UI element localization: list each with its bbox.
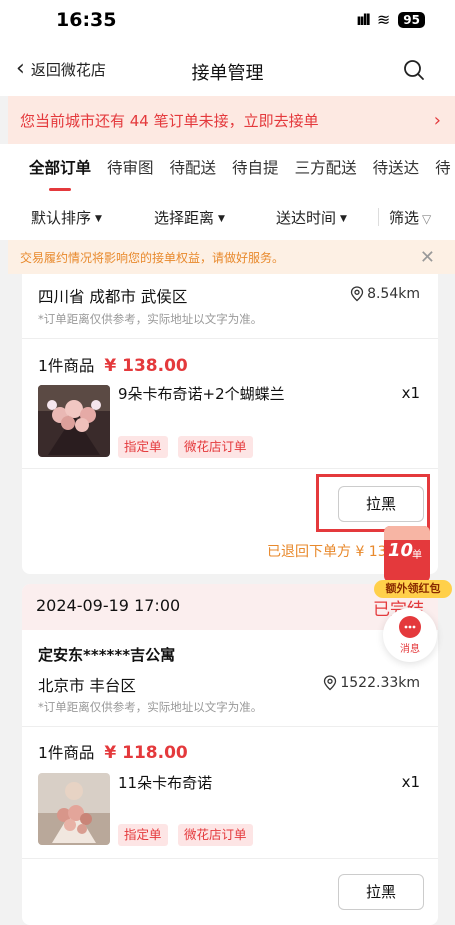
product-name: 11朵卡布奇诺 bbox=[118, 774, 213, 792]
product-thumbnail[interactable] bbox=[38, 385, 110, 457]
distance: 1522.33km bbox=[323, 675, 420, 691]
goods-count: 1件商品 bbox=[38, 357, 95, 375]
address-city: 北京市 丰台区 bbox=[38, 677, 136, 695]
tab-all-orders[interactable]: 全部订单 bbox=[29, 144, 91, 194]
nav-bar: ‹ 返回微花店 接单管理 bbox=[0, 44, 455, 96]
close-icon[interactable]: ✕ bbox=[420, 247, 435, 268]
divider bbox=[22, 726, 438, 727]
product-thumbnail[interactable] bbox=[38, 773, 110, 845]
screen-filter[interactable]: 筛选 ▽ bbox=[389, 207, 431, 228]
status-bar: 16:35 ııll ≋ 95 bbox=[0, 0, 455, 44]
chat-dots-icon bbox=[404, 625, 416, 629]
goods-count: 1件商品 bbox=[38, 744, 95, 762]
tab-pending-delivery[interactable]: 待配送 bbox=[170, 144, 217, 194]
funnel-icon: ▽ bbox=[422, 212, 432, 226]
distance-value: 1522.33km bbox=[340, 675, 420, 691]
screen-filter-label: 筛选 bbox=[389, 209, 420, 227]
tab-label: 待审图 bbox=[107, 159, 154, 177]
tag-microshop-order: 微花店订单 bbox=[178, 824, 253, 846]
divider bbox=[22, 858, 438, 859]
tab-third-party-delivery[interactable]: 三方配送 bbox=[295, 144, 357, 194]
back-button[interactable]: ‹ 返回微花店 bbox=[16, 58, 106, 80]
caret-down-icon: ▼ bbox=[340, 214, 347, 224]
tab-label: 三方配送 bbox=[294, 159, 357, 177]
order-tabs: 全部订单 待审图 待配送 待自提 三方配送 待送达 待 bbox=[0, 144, 455, 194]
tab-more[interactable]: 待 bbox=[435, 144, 451, 194]
distance-filter-label: 选择距离 bbox=[154, 209, 215, 227]
refund-text: 已退回下单方 ¥ 13 bbox=[267, 544, 387, 560]
signal-icon: ııll bbox=[356, 10, 371, 29]
order-price: ¥ 138.00 bbox=[104, 356, 188, 376]
service-notice: 交易履约情况将影响您的接单权益，请做好服务。 ✕ bbox=[8, 240, 455, 274]
bouquet-image bbox=[38, 385, 110, 457]
chevron-right-icon: › bbox=[433, 109, 441, 131]
bouquet-image bbox=[38, 773, 110, 845]
product-quantity: x1 bbox=[401, 773, 420, 791]
delivery-time-filter[interactable]: 送达时间 ▼ bbox=[276, 207, 347, 228]
location-pin-icon bbox=[324, 675, 337, 691]
message-label: 消息 bbox=[400, 644, 420, 655]
status-time: 16:35 bbox=[56, 9, 117, 31]
product-name: 9朵卡布奇诺+2个蝴蝶兰 bbox=[118, 385, 285, 403]
filter-divider bbox=[378, 208, 379, 226]
status-icons: ııll ≋ 95 bbox=[356, 10, 425, 29]
sort-filter-label: 默认排序 bbox=[31, 209, 92, 227]
distance-value: 8.54km bbox=[367, 286, 420, 302]
tab-pending-arrival[interactable]: 待送达 bbox=[373, 144, 420, 194]
distance-filter[interactable]: 选择距离 ▼ bbox=[154, 207, 225, 228]
tab-label: 待送达 bbox=[372, 159, 420, 177]
caret-down-icon: ▼ bbox=[218, 214, 225, 224]
location-pin-icon bbox=[350, 286, 364, 302]
divider bbox=[22, 468, 438, 469]
red-packet-count: 10 bbox=[388, 540, 414, 561]
tab-pending-review[interactable]: 待审图 bbox=[107, 144, 154, 194]
tab-label: 待 bbox=[435, 159, 451, 177]
delivery-time-filter-label: 送达时间 bbox=[276, 209, 337, 227]
goods-summary: 1件商品 ¥ 138.00 bbox=[38, 354, 188, 376]
divider bbox=[22, 338, 438, 339]
tab-label: 全部订单 bbox=[29, 159, 92, 177]
address-city: 四川省 成都市 武侯区 bbox=[38, 288, 188, 306]
distance: 8.54km bbox=[350, 286, 420, 302]
tab-active-indicator bbox=[49, 188, 71, 191]
battery-icon: 95 bbox=[398, 11, 425, 28]
chat-icon bbox=[399, 616, 421, 638]
address-note: *订单距离仅供参考，实际地址以文字为准。 bbox=[38, 312, 263, 326]
red-packet-flap bbox=[384, 526, 430, 540]
blacklist-button[interactable]: 拉黑 bbox=[338, 486, 424, 522]
banner-text: 您当前城市还有 44 笔订单未接，立即去接单 bbox=[20, 111, 319, 130]
tag-microshop-order: 微花店订单 bbox=[178, 436, 253, 458]
recipient: 定安东******吉公寓 bbox=[38, 646, 176, 664]
filter-bar: 默认排序 ▼ 选择距离 ▼ 送达时间 ▼ 筛选 ▽ bbox=[0, 194, 455, 240]
goods-summary: 1件商品 ¥ 118.00 bbox=[38, 741, 188, 763]
tag-designated-order: 指定单 bbox=[118, 436, 168, 458]
product-quantity: x1 bbox=[401, 384, 420, 402]
sort-filter[interactable]: 默认排序 ▼ bbox=[31, 207, 102, 228]
search-icon[interactable] bbox=[403, 59, 425, 81]
blacklist-button[interactable]: 拉黑 bbox=[338, 874, 424, 910]
message-button[interactable]: 消息 bbox=[383, 608, 437, 662]
order-price: ¥ 118.00 bbox=[104, 743, 188, 763]
red-packet-label: 额外领红包 bbox=[374, 580, 452, 598]
chevron-left-icon: ‹ bbox=[16, 56, 25, 81]
red-packet-unit: 单 bbox=[412, 550, 422, 561]
pending-orders-banner[interactable]: 您当前城市还有 44 笔订单未接，立即去接单 › bbox=[8, 96, 455, 144]
tab-label: 待配送 bbox=[169, 159, 217, 177]
tab-pending-pickup[interactable]: 待自提 bbox=[232, 144, 279, 194]
back-label: 返回微花店 bbox=[30, 60, 106, 79]
notice-text: 交易履约情况将影响您的接单权益，请做好服务。 bbox=[20, 250, 285, 265]
tab-label: 待自提 bbox=[232, 159, 279, 177]
order-card: 2024-09-19 17:00 已完结 定安东******吉公寓 北京市 丰台… bbox=[22, 584, 438, 925]
address-note: *订单距离仅供参考，实际地址以文字为准。 bbox=[38, 700, 263, 714]
red-packet-promo[interactable]: 10 单 额外领红包 bbox=[374, 526, 452, 598]
red-packet-icon: 10 单 bbox=[384, 526, 430, 582]
caret-down-icon: ▼ bbox=[95, 214, 102, 224]
order-card: 四川省 成都市 武侯区 8.54km *订单距离仅供参考，实际地址以文字为准。 … bbox=[22, 274, 438, 574]
order-time: 2024-09-19 17:00 bbox=[36, 596, 181, 615]
tag-designated-order: 指定单 bbox=[118, 824, 168, 846]
wifi-icon: ≋ bbox=[376, 10, 391, 29]
